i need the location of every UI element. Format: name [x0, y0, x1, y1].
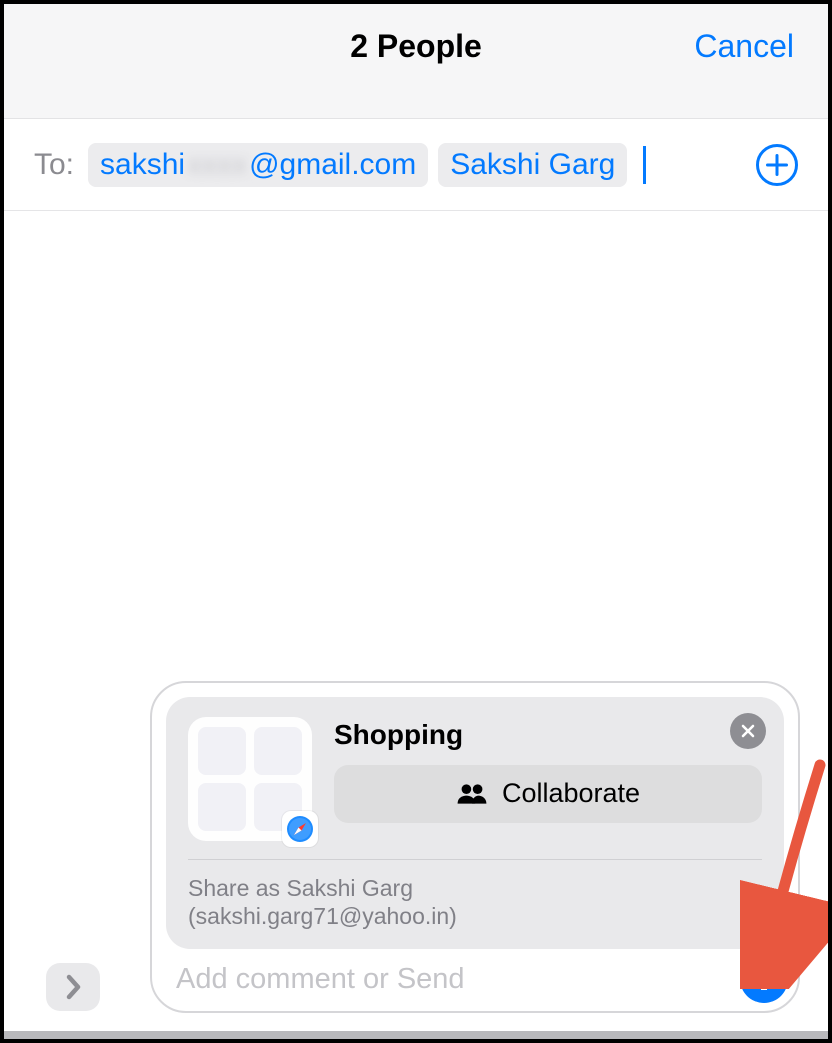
header: 2 People Cancel	[4, 4, 828, 119]
share-as-text: Share as Sakshi Garg (sakshi.garg71@yaho…	[188, 874, 762, 932]
arrow-up-icon	[752, 965, 776, 993]
remove-attachment-button[interactable]	[730, 713, 766, 749]
recipient-pill[interactable]: sakshixxxx@gmail.com	[88, 143, 428, 187]
to-label: To:	[34, 148, 74, 182]
comment-input[interactable]: Add comment or Send	[176, 963, 730, 996]
close-icon	[740, 723, 756, 739]
divider	[188, 859, 762, 860]
comment-input-row[interactable]: Add comment or Send	[152, 949, 798, 1011]
bottom-bar	[4, 1031, 828, 1039]
message-composer: Shopping Collaborate	[150, 681, 800, 1014]
share-attachment-card: Shopping Collaborate	[166, 697, 784, 950]
send-button[interactable]	[740, 955, 788, 1003]
cancel-button[interactable]: Cancel	[694, 28, 794, 65]
recipients-row[interactable]: To: sakshixxxx@gmail.com Sakshi Garg	[4, 119, 828, 211]
attachment-thumbnail	[188, 717, 312, 841]
people-icon	[456, 783, 488, 805]
chevron-right-icon	[63, 973, 83, 1001]
safari-icon	[282, 811, 318, 847]
text-caret	[643, 146, 646, 184]
recipient-pill[interactable]: Sakshi Garg	[438, 143, 627, 187]
collaborate-label: Collaborate	[502, 778, 640, 809]
recipient-text-part: sakshi	[100, 148, 185, 182]
attachment-title: Shopping	[334, 719, 762, 751]
apps-toggle-button[interactable]	[46, 963, 100, 1011]
collaborate-button[interactable]: Collaborate	[334, 765, 762, 823]
redacted-text: xxxx	[185, 148, 249, 182]
add-contact-button[interactable]	[756, 144, 798, 186]
page-title: 2 People	[350, 28, 482, 65]
recipient-text: Sakshi Garg	[450, 148, 615, 182]
recipient-text-part: @gmail.com	[249, 148, 416, 182]
conversation-area: Shopping Collaborate	[4, 211, 828, 1039]
